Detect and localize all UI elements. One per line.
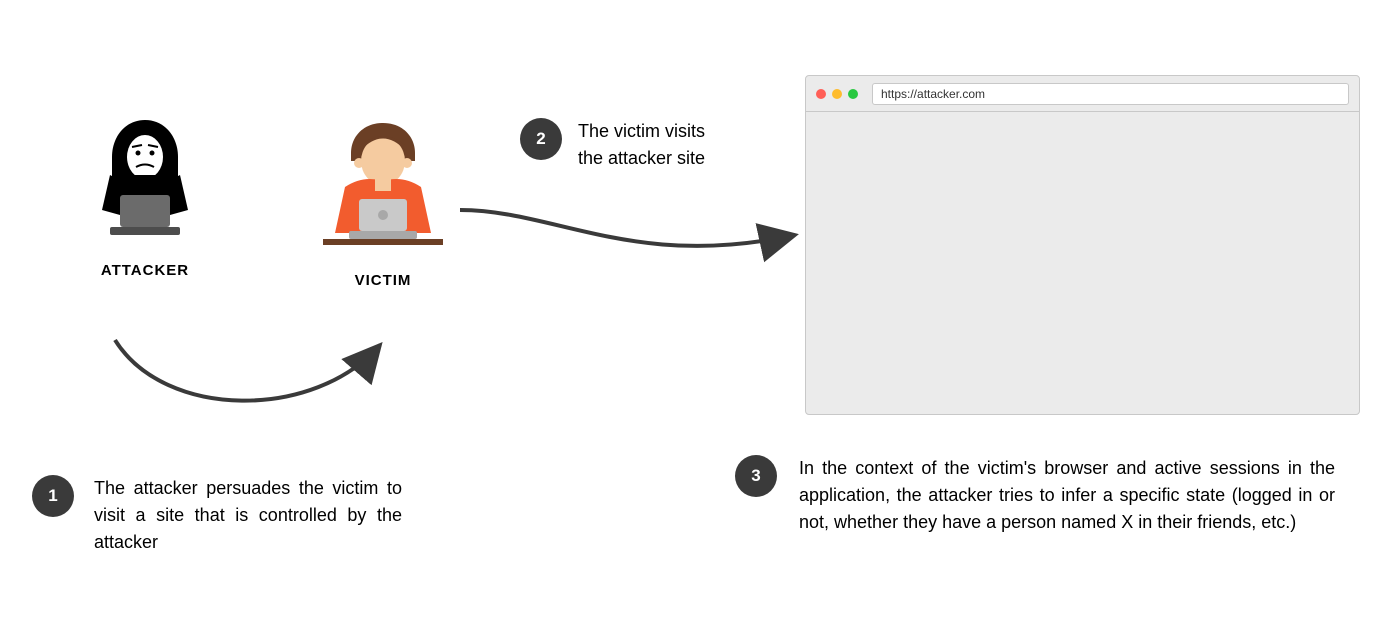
victim-icon xyxy=(313,115,453,255)
step-2-text: The victim visits the attacker site xyxy=(578,118,720,172)
arrow-attacker-to-victim xyxy=(105,330,395,430)
step-1-text: The attacker persuades the victim to vis… xyxy=(94,475,402,556)
browser-titlebar: https://attacker.com xyxy=(806,76,1359,112)
attacker-icon xyxy=(90,115,200,245)
step-2: 2 The victim visits the attacker site xyxy=(520,118,720,172)
attacker-figure: ATTACKER xyxy=(85,115,205,279)
browser-window: https://attacker.com xyxy=(805,75,1360,415)
address-bar: https://attacker.com xyxy=(872,83,1349,105)
step-1-badge: 1 xyxy=(32,475,74,517)
attacker-label: ATTACKER xyxy=(85,262,205,279)
maximize-icon xyxy=(848,89,858,99)
victim-figure: VICTIM xyxy=(313,115,453,289)
victim-label: VICTIM xyxy=(313,272,453,289)
step-1: 1 The attacker persuades the victim to v… xyxy=(32,475,402,556)
step-2-badge: 2 xyxy=(520,118,562,160)
step-3-badge: 3 xyxy=(735,455,777,497)
minimize-icon xyxy=(832,89,842,99)
step-3-text: In the context of the victim's browser a… xyxy=(799,455,1335,536)
close-icon xyxy=(816,89,826,99)
arrow-victim-to-browser xyxy=(455,200,805,280)
step-3: 3 In the context of the victim's browser… xyxy=(735,455,1335,536)
url-text: https://attacker.com xyxy=(881,87,985,101)
